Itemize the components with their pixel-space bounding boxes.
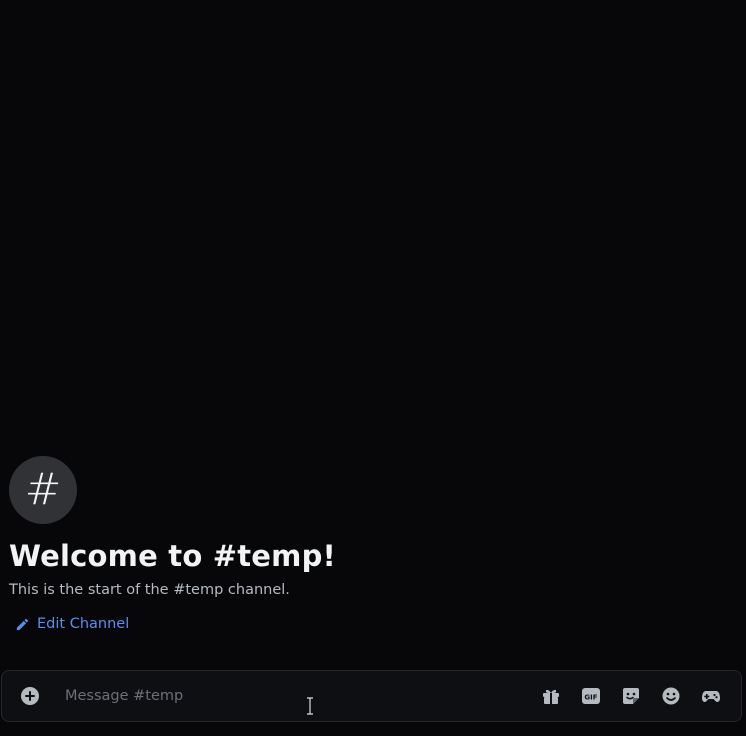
- gif-button[interactable]: GIF: [571, 676, 611, 716]
- gamepad-icon: [702, 691, 720, 702]
- text-cursor-icon: [307, 697, 313, 715]
- gif-icon: GIF: [582, 688, 600, 704]
- edit-channel-link[interactable]: Edit Channel: [15, 614, 129, 634]
- gift-icon: [543, 689, 559, 704]
- message-composer: GIF: [1, 670, 742, 722]
- pencil-icon: [16, 618, 29, 630]
- composer-tools: GIF: [531, 676, 731, 716]
- welcome-title: Welcome to #temp!: [9, 539, 336, 573]
- welcome-subtitle: This is the start of the #temp channel.: [9, 582, 290, 598]
- sticker-button[interactable]: [611, 676, 651, 716]
- sticker-icon: [623, 688, 639, 704]
- channel-welcome: # Welcome to #temp! This is the start of…: [9, 456, 336, 636]
- emoji-icon: [662, 687, 680, 705]
- attach-button[interactable]: [19, 685, 41, 707]
- chat-view: # Welcome to #temp! This is the start of…: [0, 0, 746, 736]
- emoji-button[interactable]: [651, 676, 691, 716]
- message-input[interactable]: [65, 676, 531, 716]
- gift-button[interactable]: [531, 676, 571, 716]
- edit-channel-label: Edit Channel: [37, 616, 130, 632]
- apps-button[interactable]: [691, 676, 731, 716]
- gif-label: GIF: [584, 694, 597, 702]
- hash-glyph: #: [24, 464, 62, 515]
- channel-hash-icon: #: [9, 456, 77, 524]
- plus-circle-icon: [21, 687, 39, 705]
